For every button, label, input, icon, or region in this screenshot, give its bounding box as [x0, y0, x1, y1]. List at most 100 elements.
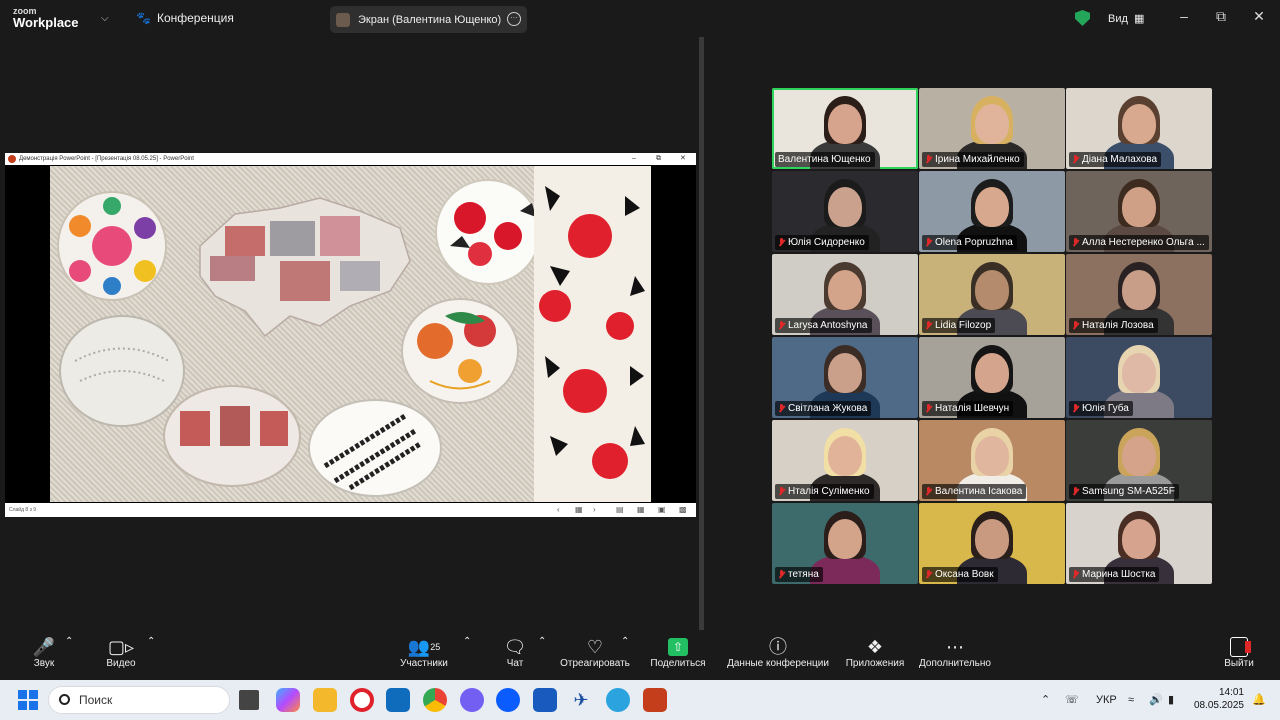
muted-microphone-icon: 🎤	[32, 637, 56, 657]
powerpoint-taskbar-icon[interactable]	[643, 688, 667, 712]
participant-tile[interactable]: Olena Popruzhna	[919, 171, 1065, 252]
participant-tile[interactable]: Юлія Губа	[1066, 337, 1212, 418]
encryption-shield-icon[interactable]	[1075, 10, 1090, 26]
participant-tile[interactable]: Юлія Сидоренко	[772, 171, 918, 252]
participant-tile[interactable]: Нталія Суліменко	[772, 420, 918, 501]
taskbar-search[interactable]: Поиск	[48, 686, 230, 714]
slide-grid-icon[interactable]: ▦	[575, 503, 583, 517]
opera-browser-icon[interactable]	[350, 688, 374, 712]
slideshow-view-icon[interactable]: ▩	[679, 503, 687, 517]
participant-name-tag: Samsung SM-A525F	[1069, 484, 1179, 499]
powerpoint-status-bar: Слайд 8 з 9 ‹ ▦ › ▤ ▦ ▣ ▩	[5, 503, 696, 517]
volume-icon[interactable]: 🔊	[1149, 680, 1163, 720]
participant-tile[interactable]: Алла Нестеренко Ольга ...	[1066, 171, 1212, 252]
participant-tile[interactable]: Lidia Filozop	[919, 254, 1065, 335]
muted-mic-icon	[778, 486, 785, 497]
leave-button[interactable]: Выйти	[1222, 636, 1256, 669]
zoom-app-icon[interactable]	[496, 688, 520, 712]
ppt-minimize-icon[interactable]: –	[632, 153, 636, 165]
participant-tile[interactable]: Валентина Ісакова	[919, 420, 1065, 501]
view-button[interactable]: Вид ▦	[1108, 12, 1144, 25]
chrome-icon[interactable]	[423, 688, 447, 712]
participant-tile[interactable]: Ірина Михайленко	[919, 88, 1065, 169]
participant-tile[interactable]: Оксана Вовк	[919, 503, 1065, 584]
airplane-icon[interactable]: ✈	[569, 688, 593, 712]
chat-caret-icon[interactable]: ⌃	[538, 636, 546, 647]
participant-video-face	[975, 436, 1009, 476]
reading-view-icon[interactable]: ▣	[658, 503, 666, 517]
chevron-down-icon[interactable]: ⌵	[101, 13, 109, 24]
participant-name: Марина Шостка	[1082, 569, 1156, 580]
wifi-icon[interactable]: ≈	[1128, 680, 1134, 720]
telegram-icon[interactable]	[606, 688, 630, 712]
video-label: Видео	[106, 658, 136, 669]
close-icon[interactable]: ✕	[1249, 8, 1269, 25]
apps-button[interactable]: ❖ Приложения	[842, 636, 908, 669]
participant-tile[interactable]: Larysa Antoshyna	[772, 254, 918, 335]
participant-name: Ірина Михайленко	[935, 154, 1020, 165]
muted-mic-icon	[778, 320, 785, 331]
windows-start-icon[interactable]	[16, 688, 40, 712]
participant-tile[interactable]: Наталія Лозова	[1066, 254, 1212, 335]
participant-tile[interactable]: Наталія Шевчун	[919, 337, 1065, 418]
ppt-close-icon[interactable]: ✕	[680, 153, 686, 165]
screen-share-indicator[interactable]: Экран (Валентина Ющенко) ···	[330, 6, 527, 33]
more-button[interactable]: ⋯ Дополнительно	[916, 636, 994, 669]
language-indicator[interactable]: УКР	[1096, 680, 1117, 720]
participant-tile[interactable]: Діана Малахова	[1066, 88, 1212, 169]
participant-name: Алла Нестеренко Ольга ...	[1082, 237, 1205, 248]
muted-mic-icon	[1072, 403, 1079, 414]
battery-icon[interactable]: ▮	[1168, 680, 1174, 720]
react-label: Отреагировать	[560, 658, 630, 669]
more-options-icon[interactable]: ···	[507, 12, 521, 26]
participant-tile[interactable]: Світлана Жукова	[772, 337, 918, 418]
participant-tile[interactable]: тетяна	[772, 503, 918, 584]
leave-icon	[1230, 637, 1251, 657]
minimize-icon[interactable]: –	[1174, 8, 1194, 24]
muted-mic-icon	[925, 403, 932, 414]
ppt-restore-icon[interactable]: ⧉	[656, 153, 661, 165]
task-view-icon[interactable]	[239, 690, 259, 710]
outlook-icon[interactable]	[386, 688, 410, 712]
next-slide-icon[interactable]: ›	[593, 503, 596, 517]
audio-options-caret-icon[interactable]: ⌃	[65, 636, 73, 647]
video-camera-icon: ▢▹	[107, 637, 135, 657]
meeting-title[interactable]: 🐾 Конференция	[136, 11, 234, 25]
normal-view-icon[interactable]: ▤	[616, 503, 624, 517]
participants-caret-icon[interactable]: ⌃	[463, 636, 471, 647]
previous-slide-icon[interactable]: ‹	[557, 503, 560, 517]
word-icon[interactable]	[533, 688, 557, 712]
participant-tile[interactable]: Samsung SM-A525F	[1066, 420, 1212, 501]
participant-name-tag: Юлія Губа	[1069, 401, 1133, 416]
participant-video-face	[1122, 270, 1156, 310]
react-caret-icon[interactable]: ⌃	[621, 636, 629, 647]
file-explorer-icon[interactable]	[313, 688, 337, 712]
zoom-workplace-logo[interactable]: zoom Workplace	[13, 7, 79, 30]
notifications-icon[interactable]: 🔔	[1252, 680, 1266, 720]
system-clock[interactable]: 14:01 08.05.2025	[1188, 686, 1244, 712]
show-hidden-icons-icon[interactable]: ⌃	[1041, 680, 1050, 720]
split-divider[interactable]	[699, 37, 704, 630]
restore-icon[interactable]: ⧉	[1211, 8, 1231, 25]
participant-tile[interactable]: Марина Шостка	[1066, 503, 1212, 584]
share-button[interactable]: ⇧ Поделиться	[648, 636, 708, 669]
participant-tile[interactable]: Валентина Ющенко	[772, 88, 918, 169]
meeting-info-button[interactable]: ⓘ Данные конференции	[724, 636, 832, 669]
muted-mic-icon	[778, 237, 785, 248]
cross-stitch-rose-plate-image	[435, 179, 541, 285]
copilot-icon[interactable]	[276, 688, 300, 712]
info-icon: ⓘ	[769, 637, 787, 657]
viber-icon[interactable]	[460, 688, 484, 712]
share-screen-icon: ⇧	[668, 638, 688, 656]
sorter-view-icon[interactable]: ▦	[637, 503, 645, 517]
red-black-embroidery-strip-image	[534, 166, 651, 502]
video-options-caret-icon[interactable]: ⌃	[147, 636, 155, 647]
participants-button[interactable]: 👥25 Участники	[396, 636, 452, 669]
input-method-icon[interactable]: ☏	[1065, 680, 1079, 720]
zoom-title-bar: zoom Workplace ⌵ 🐾 Конференция Экран (Ва…	[0, 0, 1280, 37]
participant-name: Нталія Суліменко	[788, 486, 870, 497]
audio-button[interactable]: 🎤 Звук	[28, 636, 60, 669]
participant-video-face	[975, 353, 1009, 393]
video-button[interactable]: ▢▹ Видео	[103, 636, 139, 669]
chat-button[interactable]: 🗨 Чат	[503, 636, 527, 669]
